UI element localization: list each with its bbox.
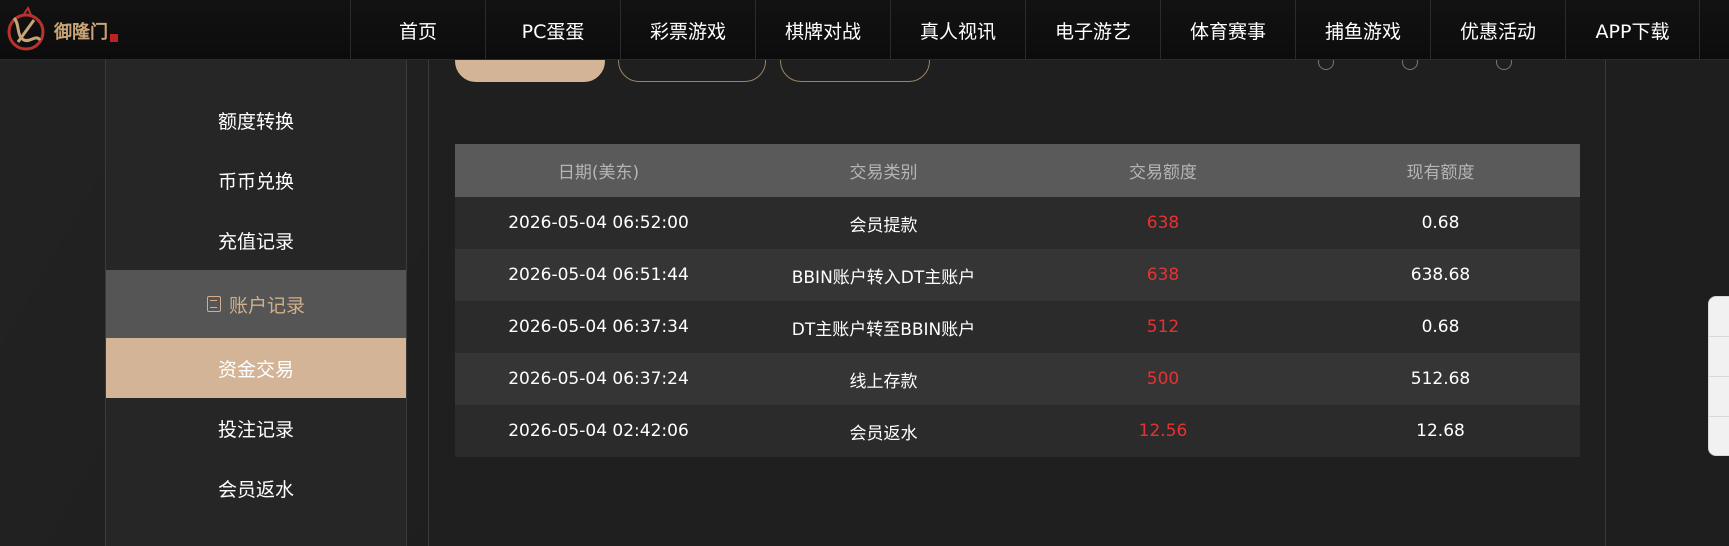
nav-item-promotions[interactable]: 优惠活动 <box>1430 0 1565 60</box>
nav-item-slots[interactable]: 电子游艺 <box>1025 0 1160 60</box>
floating-tab-segment[interactable] <box>1709 297 1729 337</box>
cell-amount: 500 <box>1146 369 1180 389</box>
cell-type: DT主账户转至BBIN账户 <box>791 319 976 340</box>
header-date: 日期(美东) <box>557 163 640 183</box>
brand-logo[interactable]: 御隆门 <box>4 4 120 58</box>
sidebar-item-bet-records[interactable]: 投注记录 <box>106 398 406 458</box>
cell-date: 2026-05-04 06:37:24 <box>508 369 689 389</box>
nav-item-live-casino[interactable]: 真人视讯 <box>890 0 1025 60</box>
table-row: 2026-05-04 02:42:06 会员返水 12.56 12.68 <box>455 405 1580 457</box>
top-navigation-bar: 御隆门 首页 PC蛋蛋 彩票游戏 棋牌对战 真人视讯 电子游艺 体育赛事 捕鱼游… <box>0 0 1729 60</box>
nav-item-fishing[interactable]: 捕鱼游戏 <box>1295 0 1430 60</box>
sidebar-group-account-records[interactable]: 账户记录 <box>106 270 406 338</box>
cell-type: 会员提款 <box>849 215 918 236</box>
cell-balance: 512.68 <box>1410 369 1471 389</box>
sidebar-group-label: 账户记录 <box>228 294 305 317</box>
header-balance: 现有额度 <box>1406 163 1475 183</box>
cell-date: 2026-05-04 06:52:00 <box>508 213 689 233</box>
cell-date: 2026-05-04 06:51:44 <box>508 265 689 285</box>
ledger-icon <box>206 296 221 312</box>
table-row: 2026-05-04 06:37:24 线上存款 500 512.68 <box>455 353 1580 405</box>
account-sidebar: 额度转换 币币兑换 充值记录 账户记录 资金交易 投注记录 会员返水 <box>105 60 407 546</box>
sidebar-item-deposit-records[interactable]: 充值记录 <box>106 210 406 270</box>
nav-item-lottery[interactable]: 彩票游戏 <box>620 0 755 60</box>
table-row: 2026-05-04 06:52:00 会员提款 638 0.68 <box>455 197 1580 249</box>
cell-amount: 512 <box>1146 317 1180 337</box>
table-row: 2026-05-04 06:37:34 DT主账户转至BBIN账户 512 0.… <box>455 301 1580 353</box>
main-nav: 首页 PC蛋蛋 彩票游戏 棋牌对战 真人视讯 电子游艺 体育赛事 捕鱼游戏 优惠… <box>350 0 1700 60</box>
table-row: 2026-05-04 06:51:44 BBIN账户转入DT主账户 638 63… <box>455 249 1580 301</box>
nav-item-app-download[interactable]: APP下载 <box>1565 0 1700 60</box>
floating-side-tab[interactable] <box>1708 296 1729 456</box>
cell-type: 线上存款 <box>849 371 918 392</box>
nav-item-card-games[interactable]: 棋牌对战 <box>755 0 890 60</box>
nav-item-pc-dandan[interactable]: PC蛋蛋 <box>485 0 620 60</box>
table-header: 日期(美东) 交易类别 交易额度 现有额度 <box>455 144 1580 197</box>
cell-date: 2026-05-04 02:42:06 <box>508 421 689 441</box>
brand-name: 御隆门 <box>54 22 108 43</box>
floating-tab-segment[interactable] <box>1709 337 1729 377</box>
nav-item-home[interactable]: 首页 <box>350 0 485 60</box>
table-body: 2026-05-04 06:52:00 会员提款 638 0.68 2026-0… <box>455 197 1580 457</box>
cell-date: 2026-05-04 06:37:34 <box>508 317 689 337</box>
cell-balance: 638.68 <box>1410 265 1471 285</box>
cell-amount: 638 <box>1146 265 1180 285</box>
header-type: 交易类别 <box>849 163 918 183</box>
cell-balance: 12.68 <box>1416 421 1465 441</box>
transactions-table: 日期(美东) 交易类别 交易额度 现有额度 2026-05-04 06:52:0… <box>455 144 1580 457</box>
sidebar-item-fund-transactions[interactable]: 资金交易 <box>106 338 406 398</box>
cell-balance: 0.68 <box>1421 213 1460 233</box>
cell-type: BBIN账户转入DT主账户 <box>791 267 976 288</box>
cell-type: 会员返水 <box>849 423 918 444</box>
sidebar-item-member-rebate[interactable]: 会员返水 <box>106 458 406 518</box>
dragon-logo-icon <box>7 6 45 51</box>
sidebar-item-credit-transfer[interactable]: 额度转换 <box>106 90 406 150</box>
sidebar-item-coin-exchange[interactable]: 币币兑换 <box>106 150 406 210</box>
sidebar-item-cutoff-bottom[interactable] <box>106 518 406 546</box>
brand-seal-icon <box>110 34 118 42</box>
nav-item-sports[interactable]: 体育赛事 <box>1160 0 1295 60</box>
sidebar-item-cutoff[interactable] <box>106 60 406 90</box>
header-amount: 交易额度 <box>1129 163 1197 183</box>
cell-amount: 638 <box>1146 213 1180 233</box>
cell-balance: 0.68 <box>1421 317 1460 337</box>
cell-amount: 12.56 <box>1138 421 1188 441</box>
floating-tab-segment[interactable] <box>1709 377 1729 417</box>
